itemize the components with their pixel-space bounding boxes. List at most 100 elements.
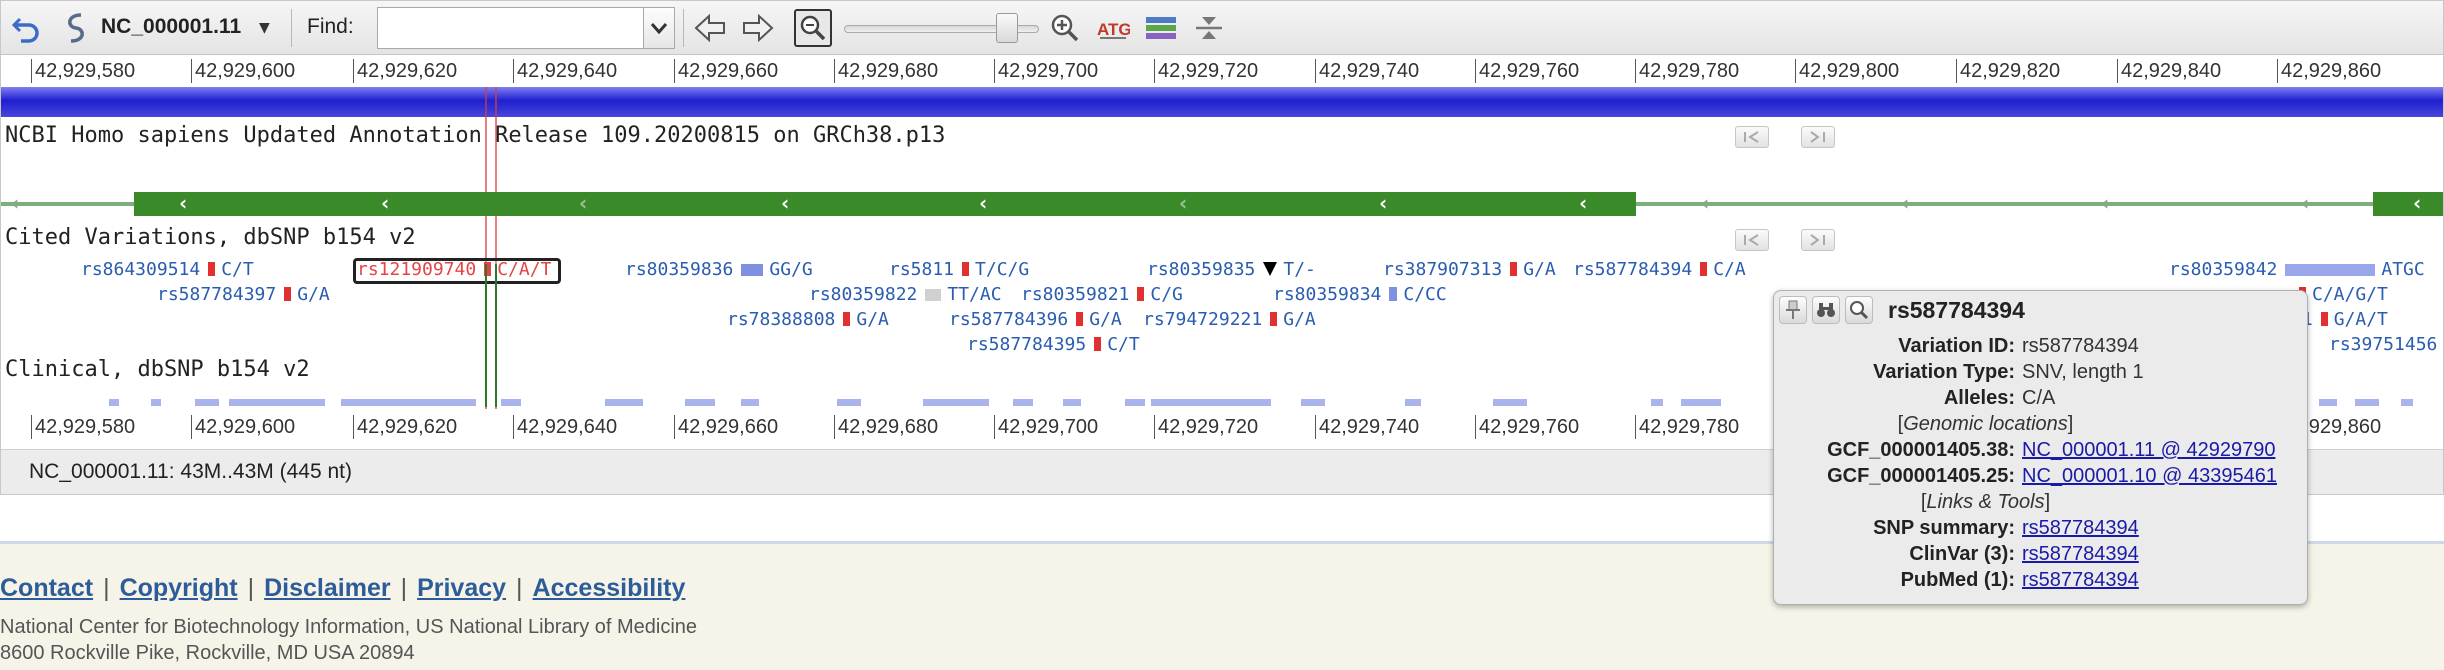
collapse-tracks-icon[interactable] [1190,9,1228,47]
gene-exon[interactable] [2373,192,2443,216]
sequence-text-icon[interactable]: ATG [1094,9,1132,47]
snp-feature[interactable]: rs587784397 G/A [157,284,330,305]
snp-feature[interactable]: rs39751456 [2329,334,2437,355]
snp-feature[interactable]: rs864309514 C/T [81,259,254,280]
strand-arrow-icon: ‹ [1579,191,1588,215]
snp-feature[interactable]: rs587784396 G/A [949,309,1122,330]
snp-feature[interactable]: rs80359842 ATGC [2169,259,2425,280]
clinical-feature[interactable] [1013,399,1033,406]
ruler-tick: 42,929,620 [353,59,457,83]
assembly-38-location-link[interactable]: NC_000001.11 @ 42929790 [2022,439,2275,461]
find-input[interactable] [377,7,645,49]
snp-feature[interactable]: rs78388808 G/A [727,309,889,330]
footer-link-contact[interactable]: Contact [0,574,93,602]
track-collapse-button[interactable] [1735,229,1769,251]
pubmed-link[interactable]: rs587784394 [2022,569,2139,591]
ruler-tick: 42,929,840 [2117,59,2221,83]
tracks-config-icon[interactable] [1142,9,1180,47]
clinical-feature[interactable] [109,399,119,406]
popup-value: rs587784394 [2022,335,2139,357]
snp-id[interactable]: rs587784394 [1573,259,1692,280]
snp-id[interactable]: rs587784397 [157,284,276,305]
snp-feature[interactable]: rs80359821 C/G [1021,284,1183,305]
clinical-feature[interactable] [151,399,161,406]
clinical-feature[interactable] [837,399,861,406]
snp-id[interactable]: rs587784396 [949,309,1068,330]
sequence-bar[interactable] [1,87,2443,117]
snp-id[interactable]: rs39751456 [2329,334,2437,355]
clinical-feature[interactable] [341,399,476,406]
snp-feature[interactable]: rs794729221 G/A [1143,309,1316,330]
clinical-feature[interactable] [1405,399,1421,406]
track-collapse-button[interactable] [1735,126,1769,148]
gene-exon[interactable] [134,192,1636,216]
pin-icon[interactable] [1779,296,1807,324]
clinical-feature[interactable] [1651,399,1663,406]
clinical-feature[interactable] [195,399,219,406]
footer-link-privacy[interactable]: Privacy [417,574,506,602]
zoom-slider-handle[interactable] [996,13,1018,43]
clinical-feature[interactable] [229,399,325,406]
snp-feature[interactable]: rs5811 T/C/G [889,259,1029,280]
clinvar-link[interactable]: rs587784394 [2022,543,2139,565]
track-settings-button[interactable] [1801,126,1835,148]
clinical-feature[interactable] [1151,399,1271,406]
snp-id[interactable]: rs80359822 [809,284,917,305]
assembly-25-location-link[interactable]: NC_000001.10 @ 43395461 [2022,465,2277,487]
pan-right-icon[interactable] [739,9,777,47]
back-arrow-icon[interactable] [7,9,45,47]
snp-id[interactable]: rs5811 [889,259,954,280]
snp-feature[interactable]: rs587784395 C/T [967,334,1140,355]
clinical-feature[interactable] [685,399,715,406]
clinical-feature[interactable] [1493,399,1527,406]
clinical-feature[interactable] [1301,399,1325,406]
clinical-feature[interactable] [605,399,643,406]
snp-marker [208,262,216,276]
snp-id[interactable]: rs78388808 [727,309,835,330]
clinical-feature[interactable] [2355,399,2379,406]
snp-id[interactable]: rs387907313 [1383,259,1502,280]
track-settings-button[interactable] [1801,229,1835,251]
snp-id[interactable]: rs80359835 [1147,259,1255,280]
snp-id[interactable]: rs587784395 [967,334,1086,355]
zoom-to-sequence-icon[interactable] [794,9,832,47]
sequence-icon[interactable] [57,9,95,47]
snp-feature[interactable]: rs387907313 G/A [1383,259,1556,280]
snp-feature[interactable]: rs80359822 TT/AC [809,284,1002,305]
snp-feature[interactable]: rs80359834 C/CC [1273,284,1447,305]
clinical-feature[interactable] [741,399,759,406]
snp-feature[interactable]: rs80359835 T/- [1147,259,1316,280]
clinical-feature[interactable] [1125,399,1145,406]
footer-link-disclaimer[interactable]: Disclaimer [264,574,390,602]
snp-allele: C/T [1107,334,1140,355]
snp-allele: C/CC [1403,284,1447,305]
clinical-feature[interactable] [2401,399,2413,406]
snp-feature[interactable]: rs587784394 C/A [1573,259,1746,280]
snp-id[interactable]: rs794729221 [1143,309,1262,330]
snp-id[interactable]: rs80359834 [1273,284,1381,305]
snp-id[interactable]: rs864309514 [81,259,200,280]
clinical-feature[interactable] [1063,399,1081,406]
sequence-selector[interactable]: NC_000001.11 [101,15,241,39]
snp-summary-link[interactable]: rs587784394 [2022,517,2139,539]
clinical-feature[interactable] [923,399,989,406]
ruler-tick: 42,929,580 [31,415,135,439]
clinical-feature[interactable] [1681,399,1721,406]
clinical-feature[interactable] [2319,399,2337,406]
chevron-down-icon[interactable]: ▼ [259,20,270,36]
snp-id[interactable]: rs80359836 [625,259,733,280]
popup-row-variation-type: Variation Type: SNV, length 1 [1774,361,2307,387]
strand-arrow-icon: ‹ [781,191,790,215]
footer-link-accessibility[interactable]: Accessibility [533,574,686,602]
zoom-in-icon[interactable] [1046,9,1084,47]
snp-id[interactable]: rs80359842 [2169,259,2277,280]
ruler-tick: 42,929,780 [1635,415,1739,439]
find-dropdown-button[interactable] [643,7,675,49]
snp-feature[interactable]: rs80359836 GG/G [625,259,813,280]
footer-link-copyright[interactable]: Copyright [120,574,238,602]
clinical-feature[interactable] [501,399,521,406]
search-icon[interactable] [1845,296,1873,324]
snp-id[interactable]: rs80359821 [1021,284,1129,305]
pan-left-icon[interactable] [691,9,729,47]
binoculars-icon[interactable] [1812,296,1840,324]
